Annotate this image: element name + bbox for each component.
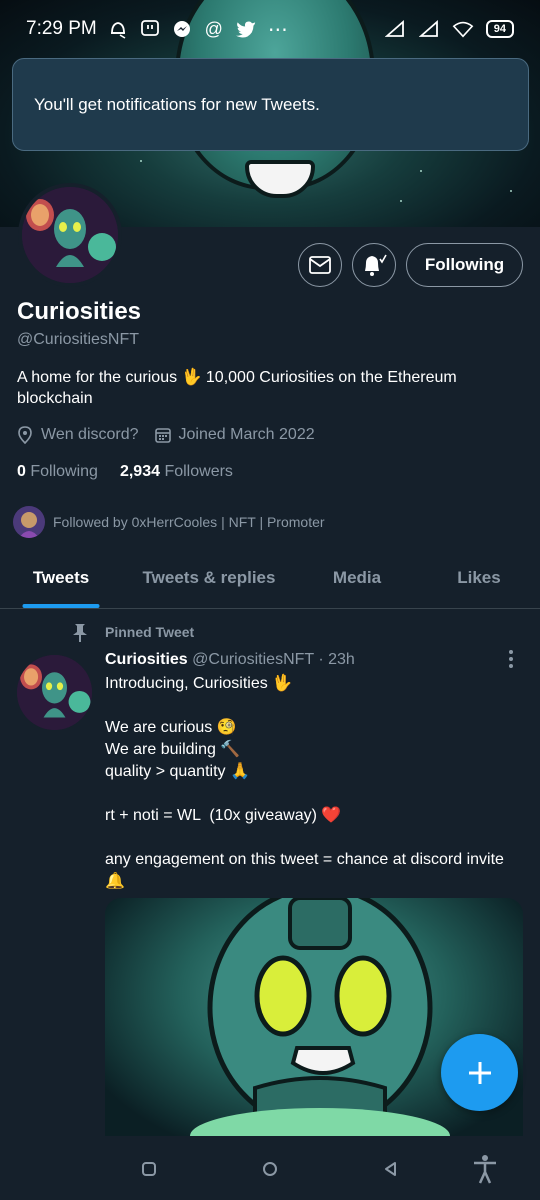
tweet-text: Introducing, Curiosities 🖖 We are curiou… (105, 675, 504, 890)
follow-counts: 0 Following 2,934 Followers (17, 463, 233, 481)
profile-handle: @CuriositiesNFT (17, 331, 140, 348)
status-bar: 7:29 PM @ ⋯ 94 (0, 0, 540, 58)
banner-alien-mouth (245, 160, 315, 198)
notification-toast[interactable]: You'll get notifications for new Tweets. (12, 58, 529, 151)
bell-check-icon (365, 254, 387, 276)
followers-count-link[interactable]: 2,934 Followers (120, 463, 233, 481)
tweet-author-avatar[interactable] (17, 655, 92, 730)
following-button[interactable]: Following (406, 243, 523, 287)
location-icon (18, 426, 32, 444)
profile-name: Curiosities (17, 298, 142, 325)
tweet-author-name[interactable]: Curiosities (105, 651, 188, 668)
back-button[interactable] (380, 1158, 402, 1180)
plus-icon (468, 1061, 491, 1084)
calendar-icon (154, 428, 171, 443)
accessibility-icon[interactable] (472, 1153, 498, 1185)
tweet-header: Curiosities @CuriositiesNFT · 23h (105, 651, 355, 669)
signal-icon (418, 18, 440, 40)
profile-avatar[interactable] (18, 183, 122, 287)
followed-by-text[interactable]: Followed by 0xHerrCooles | NFT | Promote… (53, 514, 325, 530)
following-count-link[interactable]: 0 Following (17, 463, 98, 481)
wifi-icon (452, 18, 474, 40)
tab-media[interactable]: Media (296, 548, 418, 608)
status-time: 7:29 PM (26, 18, 97, 39)
profile-meta: Wen discord? Joined March 2022 (17, 426, 315, 444)
twitter-icon (235, 18, 257, 40)
notifications-button[interactable] (352, 243, 396, 287)
followed-by-avatar[interactable] (13, 506, 45, 538)
profile-joined: Joined March 2022 (178, 426, 315, 443)
profile-bio: A home for the curious 🖖 10,000 Curiosit… (17, 369, 457, 407)
home-button[interactable] (259, 1158, 281, 1180)
compose-tweet-button[interactable] (441, 1034, 518, 1111)
tweet-time: · 23h (318, 651, 355, 668)
message-button[interactable] (298, 243, 342, 287)
tab-tweets-replies[interactable]: Tweets & replies (122, 548, 296, 608)
profile-location: Wen discord? (41, 426, 139, 443)
battery-indicator: 94 (485, 20, 514, 38)
more-icon: ⋯ (267, 18, 288, 41)
pinned-tweet-label: Pinned Tweet (105, 624, 195, 640)
tweet-more-icon[interactable] (509, 650, 513, 668)
signal-icon (384, 18, 406, 40)
messenger-icon (171, 18, 193, 40)
at-icon: @ (204, 18, 223, 39)
envelope-icon (309, 256, 331, 274)
tab-tweets[interactable]: Tweets (0, 548, 122, 608)
twitch-icon (139, 18, 161, 40)
tab-likes[interactable]: Likes (418, 548, 540, 608)
pin-icon (72, 623, 88, 648)
profile-tabs: Tweets Tweets & replies Media Likes (0, 548, 540, 609)
recents-button[interactable] (138, 1158, 160, 1180)
toast-message: You'll get notifications for new Tweets. (34, 94, 320, 114)
system-navigation-bar (0, 1136, 540, 1200)
tweet-author-handle[interactable]: @CuriositiesNFT (192, 651, 314, 668)
alarm-off-icon (107, 18, 129, 40)
